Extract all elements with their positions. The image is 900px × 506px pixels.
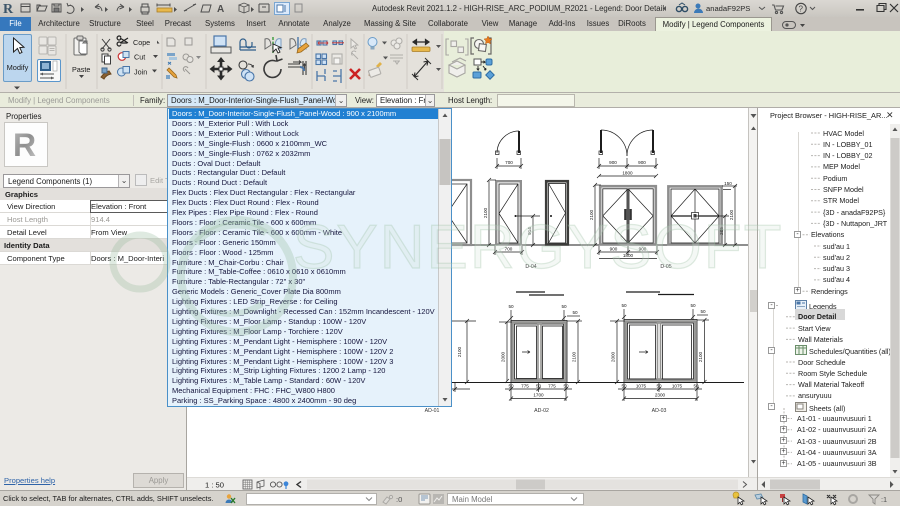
svg-text:A: A xyxy=(217,4,224,15)
svg-text:Paste: Paste xyxy=(72,65,90,74)
svg-text:1700: 1700 xyxy=(533,393,544,398)
svg-text:D-04: D-04 xyxy=(525,264,536,270)
svg-text:1800: 1800 xyxy=(623,253,634,258)
svg-text::1: :1 xyxy=(881,495,887,504)
svg-text:D-05: D-05 xyxy=(660,264,671,270)
svg-text:50: 50 xyxy=(572,310,578,315)
svg-text:914: 914 xyxy=(527,227,532,235)
svg-text:2100: 2100 xyxy=(589,209,594,220)
svg-text:2000: 2000 xyxy=(501,351,506,362)
svg-text:2100: 2100 xyxy=(729,209,734,220)
svg-text::0: :0 xyxy=(396,495,402,504)
svg-text:775: 775 xyxy=(548,384,556,389)
svg-text:2100: 2100 xyxy=(572,351,577,362)
svg-text:1800: 1800 xyxy=(622,171,633,176)
svg-text:50: 50 xyxy=(536,384,542,389)
svg-text:900: 900 xyxy=(610,247,618,252)
svg-text:50: 50 xyxy=(563,384,569,389)
svg-text:900: 900 xyxy=(609,160,617,165)
svg-text:50: 50 xyxy=(561,304,567,309)
svg-text:205: 205 xyxy=(719,227,724,235)
svg-text:1075: 1075 xyxy=(636,384,647,389)
svg-text:900: 900 xyxy=(639,247,647,252)
svg-text:1 : 50: 1 : 50 xyxy=(205,481,224,490)
svg-text:Main Model: Main Model xyxy=(452,495,493,504)
svg-text:50: 50 xyxy=(656,384,662,389)
svg-text:50: 50 xyxy=(508,304,514,309)
svg-text:775: 775 xyxy=(521,384,529,389)
svg-text:50: 50 xyxy=(700,309,706,314)
svg-text:900: 900 xyxy=(638,160,646,165)
svg-text:50: 50 xyxy=(621,384,627,389)
svg-text:50: 50 xyxy=(621,303,627,308)
svg-text:AD-03: AD-03 xyxy=(652,408,667,414)
svg-text:2300: 2300 xyxy=(655,393,666,398)
svg-text:R: R xyxy=(13,127,36,163)
svg-text:Cut: Cut xyxy=(134,53,145,62)
svg-text:AD-01: AD-01 xyxy=(425,408,440,414)
svg-text:2100: 2100 xyxy=(483,207,488,218)
svg-text:150: 150 xyxy=(724,181,732,186)
svg-text:50: 50 xyxy=(508,384,514,389)
svg-text:Join: Join xyxy=(134,68,147,77)
svg-text:700: 700 xyxy=(505,247,513,252)
svg-text:Cope: Cope xyxy=(133,38,150,47)
svg-text:1075: 1075 xyxy=(672,384,683,389)
svg-text:R: R xyxy=(3,2,14,17)
svg-text:50: 50 xyxy=(693,384,699,389)
svg-text:AD-02: AD-02 xyxy=(534,408,549,414)
svg-text:2100: 2100 xyxy=(698,351,703,362)
svg-text:2000: 2000 xyxy=(611,351,616,362)
svg-text:2100: 2100 xyxy=(457,346,462,357)
svg-text:50: 50 xyxy=(690,303,696,308)
svg-text:?: ? xyxy=(799,5,804,14)
svg-text:700: 700 xyxy=(505,160,513,165)
